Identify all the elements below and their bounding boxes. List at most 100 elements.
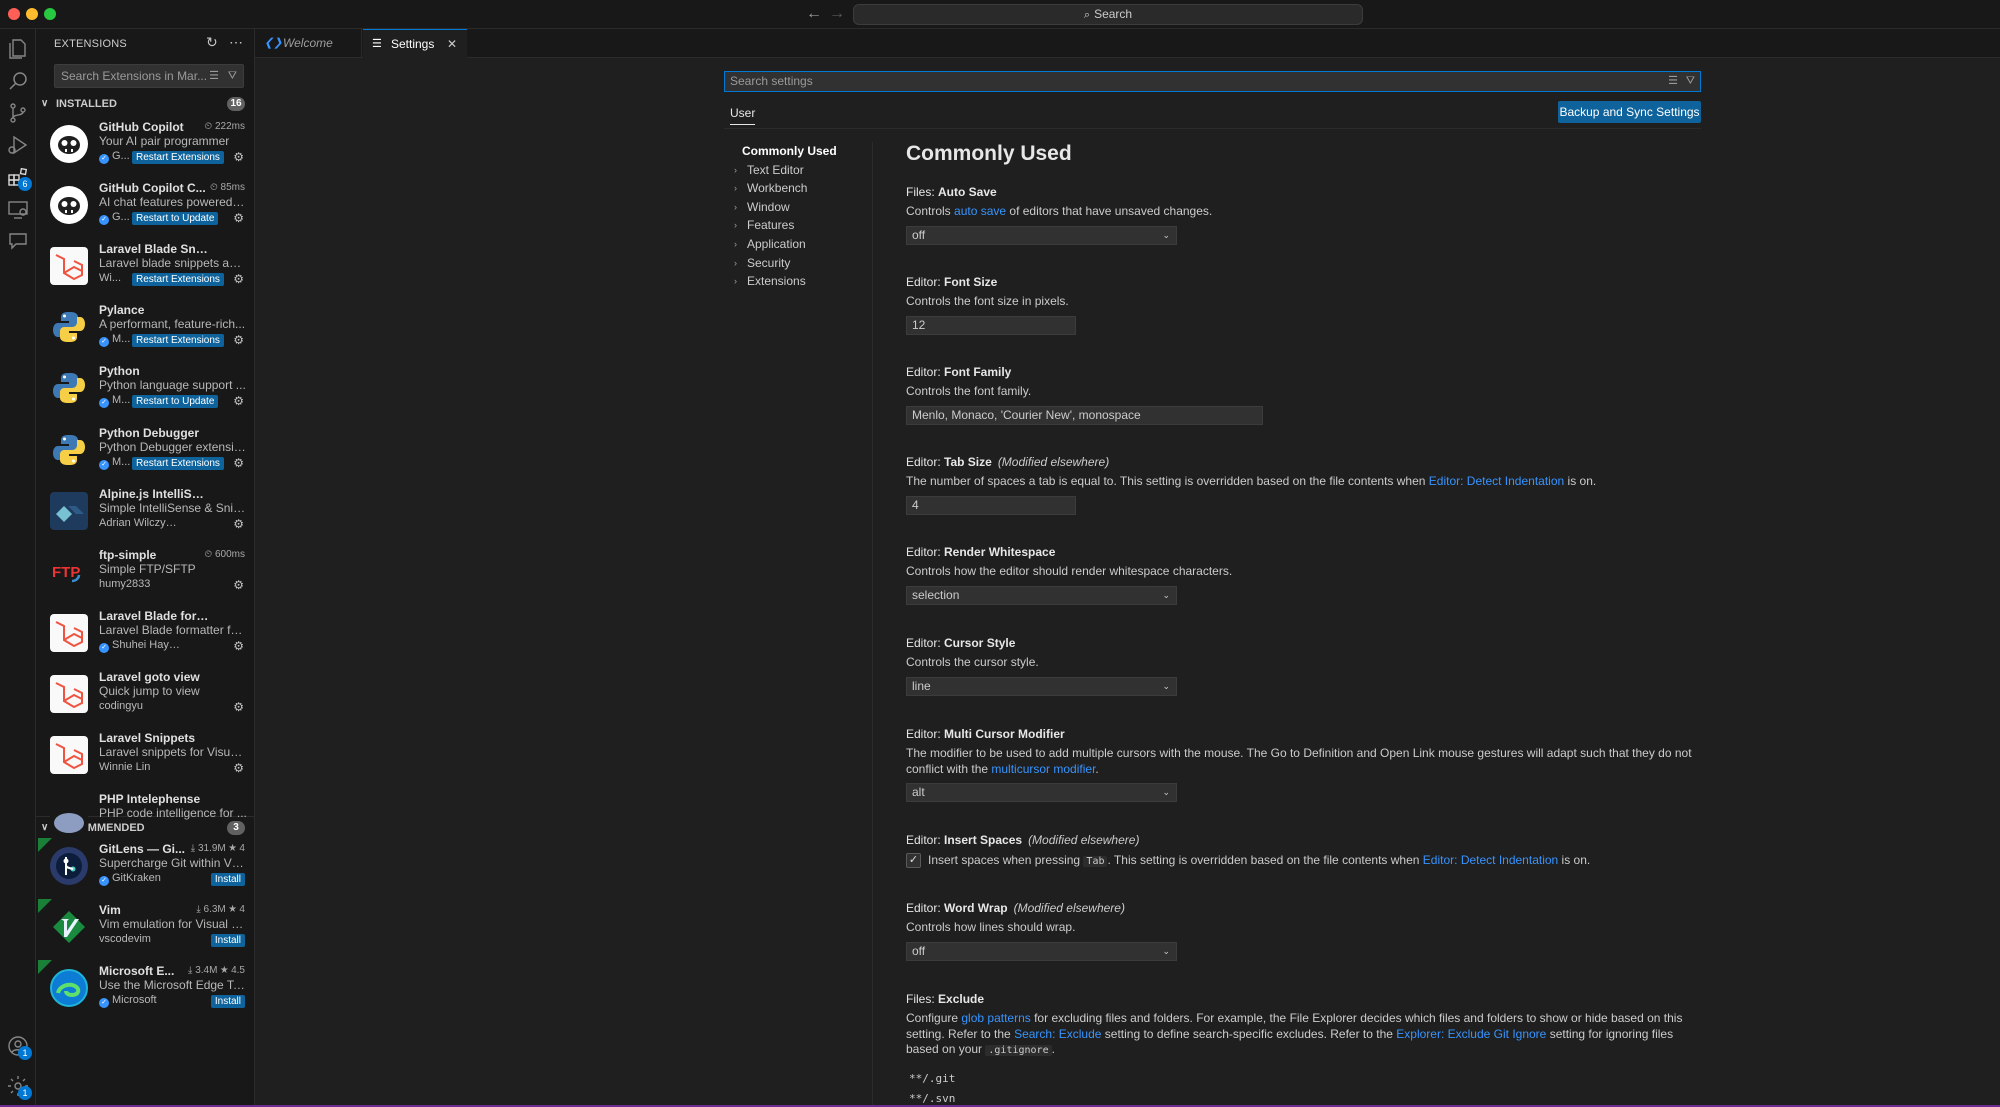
detect-indentation-link[interactable]: Editor: Detect Indentation xyxy=(1429,474,1564,488)
publisher-name: humy2833 xyxy=(99,577,151,590)
chat-icon[interactable] xyxy=(6,229,30,253)
explorer-icon[interactable] xyxy=(6,37,30,61)
extension-action-button[interactable]: Install xyxy=(210,995,245,1009)
extension-list-item[interactable]: Laravel Snippets Laravel snippets for Vis… xyxy=(36,727,254,788)
clear-filter-icon[interactable]: ☰ xyxy=(209,65,219,87)
auto-save-select[interactable]: off ⌄ xyxy=(906,225,1177,245)
remote-explorer-icon[interactable] xyxy=(6,197,30,221)
extension-list-item[interactable]: Vim ⤓ 6.3M ★ 4 Vim emulation for Visual S.… xyxy=(36,899,254,960)
settings-search-input[interactable]: Search settings ☰ ⛛ xyxy=(724,71,1701,92)
tab-user-scope[interactable]: User xyxy=(730,106,756,125)
modified-elsewhere-indicator[interactable]: (Modified elsewhere) xyxy=(1014,901,1125,915)
more-actions-icon[interactable]: ⋯ xyxy=(229,34,243,51)
toc-item[interactable]: › Extensions xyxy=(724,272,872,291)
window-close-button[interactable] xyxy=(8,8,20,20)
toc-item[interactable]: › Window xyxy=(724,198,872,217)
gear-icon[interactable]: ⚙ xyxy=(233,150,244,164)
account-icon[interactable]: 1 xyxy=(6,1034,32,1060)
gear-icon[interactable]: ⚙ xyxy=(233,333,244,347)
laravel-icon xyxy=(50,247,88,286)
setting-key: Render Whitespace xyxy=(944,545,1056,559)
extension-description: A performant, feature-rich... xyxy=(99,317,246,332)
render-whitespace-select[interactable]: selection ⌄ xyxy=(906,585,1177,605)
extension-list-item[interactable]: Laravel goto view Quick jump to view codin… xyxy=(36,666,254,727)
extension-list-item[interactable]: Laravel Blade formatterLaravel Blade for… xyxy=(36,605,254,666)
extension-list-item[interactable]: Microsoft E... ⤓ 3.4M ★ 4.5 Use the Micros… xyxy=(36,960,254,1021)
word-wrap-select[interactable]: off ⌄ xyxy=(906,941,1177,961)
multi-cursor-modifier-select[interactable]: alt ⌄ xyxy=(906,783,1177,802)
extension-list-item[interactable]: Pylance A performant, feature-rich... ✓ M..… xyxy=(36,299,254,360)
modified-elsewhere-indicator[interactable]: (Modified elsewhere) xyxy=(998,455,1109,469)
filter-icon[interactable]: ⛛ xyxy=(1686,72,1695,91)
gear-icon[interactable]: ⚙ xyxy=(233,394,244,408)
exclude-pattern-item[interactable]: **/.git xyxy=(909,1069,1696,1089)
toc-item[interactable]: › Workbench xyxy=(724,179,872,198)
search-exclude-link[interactable]: Search: Exclude xyxy=(1014,1027,1101,1041)
extension-list-item[interactable]: Python Debugger Python Debugger extensio.… xyxy=(36,422,254,483)
extension-list-item[interactable]: Alpine.js IntelliSense Simple IntelliSens… xyxy=(36,483,254,544)
gear-icon[interactable]: ⚙ xyxy=(233,517,244,531)
extension-action-button[interactable]: Install xyxy=(210,873,245,886)
back-arrow-icon[interactable]: ← xyxy=(806,5,822,23)
setting-key: Font Size xyxy=(944,275,998,289)
installed-section-header[interactable]: ∨ INSTALLED 16 xyxy=(36,93,254,115)
explorer-exclude-git-ignore-link[interactable]: Explorer: Exclude Git Ignore xyxy=(1396,1027,1546,1041)
gear-icon[interactable]: ⚙ xyxy=(233,639,244,653)
extension-action-button[interactable]: Restart Extensions xyxy=(132,334,224,348)
toc-item[interactable]: › Text Editor xyxy=(724,161,872,180)
search-icon[interactable] xyxy=(6,69,30,93)
forward-arrow-icon[interactable]: → xyxy=(829,5,845,23)
auto-save-link[interactable]: auto save xyxy=(954,204,1006,218)
toc-item[interactable]: Commonly Used xyxy=(724,142,872,161)
extension-action-button[interactable]: Install xyxy=(210,934,245,948)
setting-description: Controls auto save of editors that have … xyxy=(906,204,1696,220)
filter-icon[interactable]: ⛛ xyxy=(228,65,237,87)
gear-icon[interactable]: ⚙ xyxy=(233,761,244,775)
extension-action-button[interactable]: Restart to Update xyxy=(132,212,219,226)
extension-list-item[interactable]: FTP ftp-simple ⏲ 600ms Simple FTP/SFTP humy2… xyxy=(36,544,254,605)
glob-patterns-link[interactable]: glob patterns xyxy=(961,1011,1030,1025)
extension-list-item[interactable]: GitHub Copilot C... ⏲ 85ms AI chat feature… xyxy=(36,177,254,238)
refresh-icon[interactable]: ↻ xyxy=(206,34,218,51)
window-maximize-button[interactable] xyxy=(44,8,56,20)
extensions-search-input[interactable]: Search Extensions in Mar... ☰ ⛛ xyxy=(54,64,244,88)
gear-icon[interactable]: ⚙ xyxy=(233,272,244,286)
setting-editor-font-size: Editor: Font Size Controls the font size… xyxy=(906,275,1696,335)
cursor-style-select[interactable]: line ⌄ xyxy=(906,676,1177,696)
gear-icon[interactable]: ⚙ xyxy=(233,211,244,225)
extension-action-button[interactable]: Restart Extensions xyxy=(132,456,224,470)
close-icon[interactable]: ✕ xyxy=(447,30,457,59)
tab-welcome[interactable]: ❮❯ Welcome xyxy=(255,29,362,58)
toc-item[interactable]: › Security xyxy=(724,254,872,273)
clear-settings-filter-icon[interactable]: ☰ xyxy=(1668,72,1678,91)
extension-action-button[interactable]: Restart Extensions xyxy=(132,273,224,287)
tab-size-input[interactable]: 4 xyxy=(906,495,1076,515)
modified-elsewhere-indicator[interactable]: (Modified elsewhere) xyxy=(1028,833,1139,847)
extension-action-button[interactable]: Restart Extensions xyxy=(132,151,224,164)
manage-gear-icon[interactable]: 1 xyxy=(6,1074,32,1100)
gear-icon[interactable]: ⚙ xyxy=(233,456,244,470)
font-size-input[interactable]: 12 xyxy=(906,315,1076,335)
gear-icon[interactable]: ⚙ xyxy=(233,578,244,592)
window-minimize-button[interactable] xyxy=(26,8,38,20)
toc-item[interactable]: › Features xyxy=(724,216,872,235)
manage-badge: 1 xyxy=(18,1086,32,1100)
tab-settings[interactable]: ☰ Settings ✕ xyxy=(363,29,467,58)
font-family-input[interactable]: Menlo, Monaco, 'Courier New', monospace xyxy=(906,405,1263,425)
source-control-icon[interactable] xyxy=(6,101,30,125)
insert-spaces-checkbox[interactable]: ✓ xyxy=(906,853,921,868)
extension-list-item[interactable]: GitHub Copilot ⏲ 222ms Your AI pair progra… xyxy=(36,116,254,177)
run-debug-icon[interactable] xyxy=(6,133,30,157)
extension-list-item[interactable]: Python Python language support ... ✓ M... Re… xyxy=(36,360,254,421)
extensions-icon[interactable]: 6 xyxy=(6,165,32,191)
extension-action-button[interactable]: Restart to Update xyxy=(132,395,219,409)
extension-list-item[interactable]: GitLens — Gi... ⤓ 31.9M ★ 4 Supercharge Gi… xyxy=(36,838,254,899)
multicursor-modifier-link[interactable]: multicursor modifier xyxy=(991,762,1095,776)
detect-indentation-link[interactable]: Editor: Detect Indentation xyxy=(1423,853,1558,867)
command-center-search[interactable]: ⌕ Search xyxy=(853,4,1363,25)
extension-name: Pylance xyxy=(99,303,145,318)
gear-icon[interactable]: ⚙ xyxy=(233,700,244,714)
extension-list-item[interactable]: Laravel Blade SnippetsLaravel blade snip… xyxy=(36,238,254,299)
toc-item[interactable]: › Application xyxy=(724,235,872,254)
backup-and-sync-button[interactable]: Backup and Sync Settings xyxy=(1558,101,1701,123)
